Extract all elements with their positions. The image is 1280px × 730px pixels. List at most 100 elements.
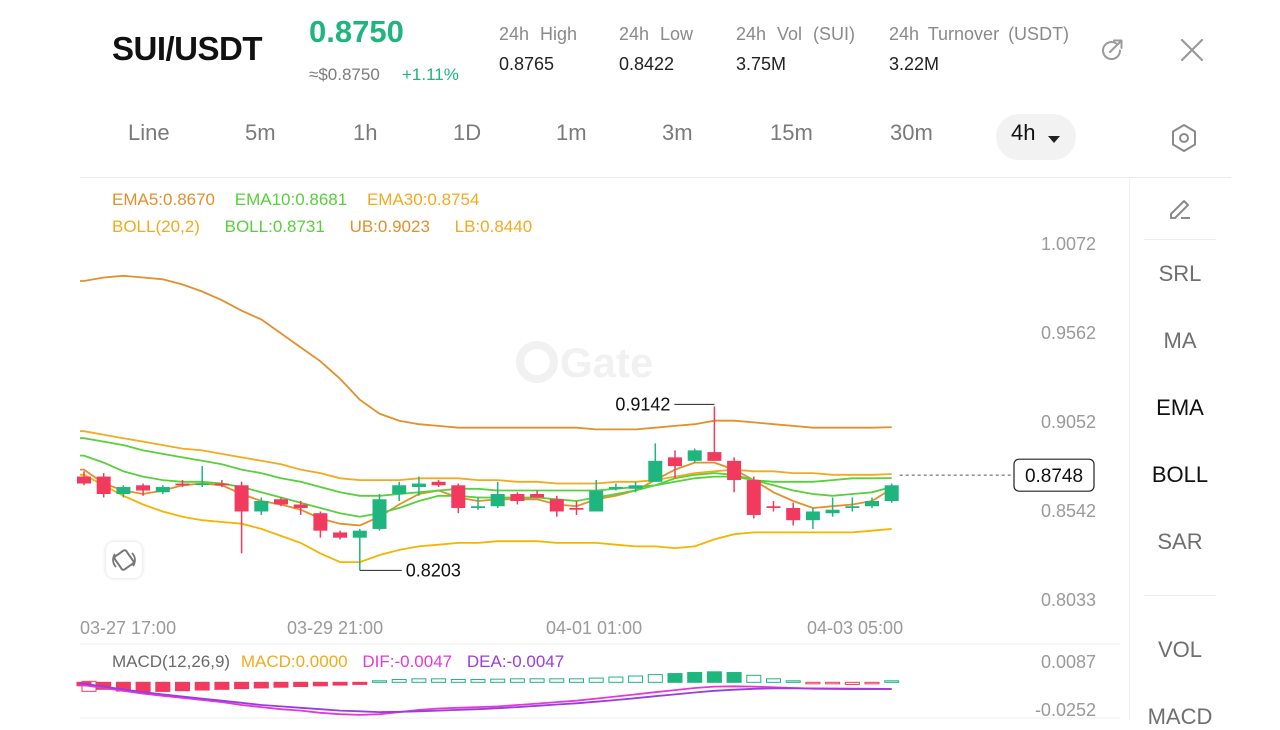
- y-tick-label: 0.9052: [1041, 412, 1096, 432]
- candle-body: [471, 506, 485, 508]
- candle-body: [214, 483, 229, 486]
- sidebar-divider-top: [1144, 239, 1216, 240]
- candle-body: [746, 480, 761, 515]
- watermark-text: Gate: [560, 339, 653, 386]
- candle-body: [77, 476, 91, 484]
- macd-hist-bar: [608, 676, 624, 683]
- candle-body: [766, 506, 781, 508]
- macd-hist-bar: [864, 681, 880, 685]
- macd-hist-bar: [450, 679, 466, 683]
- macd-hist-bar: [253, 681, 269, 689]
- x-tick-label: 03-27 17:00: [80, 618, 176, 638]
- dea-value: DEA:-0.0047: [466, 652, 565, 671]
- candle-body: [195, 483, 210, 486]
- candle-body: [451, 485, 466, 508]
- macd-hist-bar: [549, 678, 565, 683]
- macd-hist-bar: [667, 673, 683, 683]
- low-marker-label: 0.8203: [406, 560, 461, 580]
- macd-hist-bar: [411, 678, 427, 683]
- candlestick-chart[interactable]: Gate 1.0072 0.9562 0.9052 0.8542 0.8033 03-2…: [0, 0, 1128, 720]
- y-tick-label: 0.8033: [1041, 590, 1096, 610]
- candle-body: [254, 501, 269, 512]
- close-icon[interactable]: [1177, 35, 1207, 65]
- x-tick-label: 04-03 05:00: [807, 618, 903, 638]
- sidebar-item-ema[interactable]: EMA: [1129, 395, 1231, 421]
- candle-body: [274, 499, 288, 505]
- macd-hist-bar: [155, 681, 171, 692]
- macd-hist-bar: [529, 678, 545, 683]
- candle-body: [490, 494, 505, 507]
- macd-value: MACD:0.0000: [240, 652, 348, 671]
- y-tick-label: 1.0072: [1041, 234, 1096, 254]
- hexagon-gear-icon[interactable]: [1170, 123, 1198, 158]
- candle-body: [845, 506, 860, 508]
- sidebar-item-ma[interactable]: MA: [1129, 328, 1231, 354]
- macd-hist-bar: [825, 681, 841, 685]
- dif-value: DIF:-0.0047: [362, 652, 453, 671]
- pencil-icon[interactable]: [1166, 194, 1194, 227]
- macd-hist-bar: [509, 678, 525, 683]
- candle-body: [865, 501, 879, 507]
- macd-hist-bar: [470, 679, 486, 683]
- sidebar-item-sar[interactable]: SAR: [1129, 529, 1231, 555]
- candle-body: [352, 530, 367, 538]
- macd-tick-label: -0.0252: [1035, 700, 1096, 720]
- gate-watermark: Gate: [516, 339, 653, 386]
- candle-body: [116, 487, 131, 495]
- candle-body: [234, 485, 249, 512]
- macd-hist-bar: [214, 681, 230, 690]
- y-tick-label: 0.8542: [1041, 501, 1096, 521]
- sidebar-item-vol[interactable]: VOL: [1129, 637, 1231, 663]
- macd-hist-bar: [490, 678, 506, 683]
- candle-body: [155, 487, 170, 493]
- candle-body: [608, 487, 623, 489]
- macd-hist-bar: [588, 677, 604, 683]
- macd-hist-bar: [785, 680, 801, 683]
- candle-body: [530, 494, 545, 498]
- macd-hist-bar: [194, 681, 210, 691]
- candle-body: [628, 485, 643, 489]
- macd-hist-bar: [391, 679, 407, 683]
- candle-body: [589, 490, 604, 512]
- candle-body: [293, 504, 308, 508]
- macd-hist-bar: [687, 672, 703, 683]
- candle-body: [431, 481, 446, 486]
- sidebar-item-srl[interactable]: SRL: [1129, 261, 1231, 287]
- sidebar-item-macd[interactable]: MACD: [1129, 704, 1231, 730]
- macd-hist-bar: [569, 678, 584, 683]
- sidebar-item-boll[interactable]: BOLL: [1129, 462, 1231, 488]
- macd-hist-bar: [175, 681, 190, 692]
- candle-body: [825, 509, 840, 514]
- macd-params: MACD(12,26,9): [112, 652, 231, 671]
- candle-body: [313, 513, 328, 531]
- macd-hist-bar: [273, 681, 289, 688]
- series-line-lb: [80, 473, 892, 563]
- macd-hist-bar: [372, 680, 387, 683]
- candle-body: [569, 507, 584, 510]
- macd-hist-bar: [332, 681, 348, 686]
- macd-hist-bar: [766, 678, 781, 683]
- macd-hist-bar: [352, 681, 368, 685]
- macd-hist-bar: [805, 681, 821, 685]
- macd-hist-bar: [706, 671, 722, 683]
- macd-hist-bar: [726, 672, 742, 683]
- candle-body: [392, 485, 407, 495]
- x-tick-label: 04-01 01:00: [546, 618, 642, 638]
- candle-body: [687, 450, 702, 461]
- macd-hist-bar: [628, 675, 644, 683]
- candle-body: [884, 485, 899, 502]
- macd-hist-bar: [431, 678, 447, 683]
- rotate-screen-button[interactable]: [106, 542, 142, 578]
- macd-hist-bar: [884, 680, 900, 683]
- candle-body: [333, 532, 348, 538]
- series-line-ub: [80, 274, 892, 431]
- candle-body: [707, 452, 722, 461]
- y-tick-label: 0.9562: [1041, 323, 1096, 343]
- macd-legend: MACD(12,26,9) MACD:0.0000 DIF:-0.0047 DE…: [112, 652, 564, 672]
- macd-hist-bar: [647, 674, 663, 683]
- candle-body: [411, 483, 426, 488]
- candle-body: [786, 507, 801, 521]
- macd-hist-bar: [844, 681, 860, 685]
- candle-body: [136, 485, 151, 491]
- rotate-icon: [112, 549, 136, 571]
